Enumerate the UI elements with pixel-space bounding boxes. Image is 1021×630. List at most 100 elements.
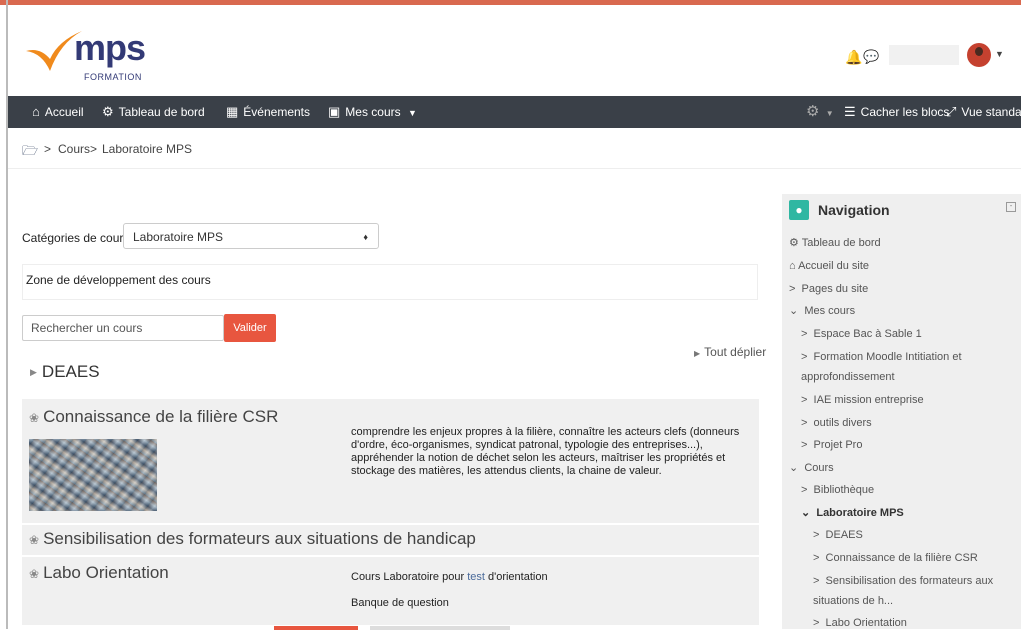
chevron-right-icon: > — [813, 617, 826, 629]
sidebar-item-label: DEAES — [825, 529, 863, 541]
sidebar-item-formation-moodle-cont[interactable]: approfondissement — [801, 370, 895, 384]
sidebar-item-accueil-du-site[interactable]: ⌂ Accueil du site — [789, 259, 869, 273]
nav-mes-cours[interactable]: ▣ Mes cours ▼ — [328, 96, 417, 128]
user-menu-caret-icon[interactable]: ▼ — [995, 49, 1004, 59]
sidebar-item-bibliotheque[interactable]: > Bibliothèque — [801, 483, 874, 497]
breadcrumb-cours[interactable]: Cours — [58, 142, 90, 156]
navigation-block-icon: ● — [789, 200, 809, 220]
expand-all-link[interactable]: ▶ Tout déplier — [694, 345, 766, 359]
vue-standard-label: Vue standard — [961, 105, 1021, 119]
sidebar-item-label: Pages du site — [801, 283, 869, 295]
cacher-blocs-button[interactable]: ☰ Cacher les blocs — [844, 96, 949, 128]
sidebar-item-pages-du-site[interactable]: > Pages du site — [789, 282, 868, 296]
breadcrumb-laboratoire[interactable]: Laboratoire MPS — [102, 142, 192, 156]
course-title-handicap-label: Sensibilisation des formateurs aux situa… — [43, 529, 476, 548]
site-logo[interactable]: mps FORMATION — [24, 25, 164, 95]
chevron-right-icon: > — [789, 283, 802, 295]
main-navbar: ⌂ Accueil ⚙ Tableau de bord ▦ Événements ▣ M… — [8, 96, 1021, 128]
labo-summary-link[interactable]: test — [467, 571, 485, 583]
home-icon: ⌂ — [789, 260, 799, 272]
collapse-blocks-icon: ☰ — [844, 104, 856, 119]
settings-menu[interactable]: ⚙ ▼ — [806, 96, 834, 128]
sidebar-item-label: Formation Moodle Intitiation et — [813, 351, 962, 363]
sidebar-item-label: Tableau de bord — [801, 237, 881, 249]
chevron-right-icon: > — [813, 552, 826, 564]
chevron-right-icon: > — [813, 575, 826, 587]
category-deaes-label: DEAES — [41, 362, 100, 381]
sidebar-item-label: outils divers — [813, 417, 872, 429]
main-content: Catégories de cours: Laboratoire MPS ♦ Z… — [8, 168, 768, 630]
nav-tableau-label: Tableau de bord — [118, 105, 205, 119]
breadcrumb-separator: > — [90, 142, 98, 156]
chevron-down-icon: ⌄ — [801, 507, 817, 519]
chevron-right-icon: > — [801, 351, 814, 363]
nav-evenements[interactable]: ▦ Événements — [226, 96, 310, 128]
messages-chat-icon[interactable]: 💬 — [863, 49, 879, 65]
search-submit-button[interactable]: Valider — [224, 314, 276, 342]
course-title-handicap[interactable]: ❀ Sensibilisation des formateurs aux situ… — [29, 529, 476, 549]
logo-word: mps — [74, 27, 146, 68]
nav-tableau-de-bord[interactable]: ⚙ Tableau de bord — [102, 96, 205, 128]
course-title-labo-label: Labo Orientation — [43, 563, 169, 582]
folder-icon[interactable]: 🗁 — [22, 142, 38, 164]
categories-select[interactable]: Laboratoire MPS ♦ — [123, 223, 379, 249]
labo-summary-text-a: Cours Laboratoire pour — [351, 571, 465, 583]
sidebar-item-sensibilisation-cont[interactable]: situations de h... — [813, 594, 893, 608]
calendar-icon: ▦ — [226, 104, 239, 119]
course-icon: ❀ — [29, 411, 40, 425]
course-title-labo[interactable]: ❀ Labo Orientation — [29, 563, 169, 583]
sidebar-item-label: Laboratoire MPS — [816, 507, 904, 519]
course-box-handicap: ❀ Sensibilisation des formateurs aux situ… — [22, 525, 759, 555]
sidebar-item-label: Labo Orientation — [825, 617, 907, 629]
sidebar-item-sensibilisation[interactable]: > Sensibilisation des formateurs aux — [813, 574, 993, 588]
course-icon: ❀ — [29, 567, 40, 581]
search-course-input[interactable] — [22, 315, 224, 341]
navigation-block-title: Navigation — [818, 202, 890, 218]
collapse-block-icon[interactable]: - — [1006, 202, 1016, 212]
nav-mes-cours-label: Mes cours — [345, 105, 401, 119]
course-box-labo: ❀ Labo Orientation Cours Laboratoire pour… — [22, 557, 759, 625]
chevron-right-icon: > — [813, 529, 826, 541]
home-icon: ⌂ — [32, 104, 40, 119]
vue-standard-button[interactable]: ⤢ Vue standard — [946, 96, 1021, 128]
nav-accueil[interactable]: ⌂ Accueil — [32, 96, 84, 128]
partial-button-grey[interactable] — [370, 626, 510, 630]
categories-select-value: Laboratoire MPS — [133, 230, 224, 244]
chevron-right-icon: > — [801, 439, 814, 451]
sidebar-item-projet-pro[interactable]: > Projet Pro — [801, 438, 862, 452]
sidebar-item-espace-bac[interactable]: > Espace Bac à Sable 1 — [801, 327, 922, 341]
partial-button-orange[interactable] — [274, 626, 358, 630]
chevron-down-icon: ⌄ — [789, 462, 805, 474]
category-deaes[interactable]: ▶ DEAES — [30, 362, 100, 382]
course-title-csr-label: Connaissance de la filière CSR — [43, 407, 279, 426]
chevron-down-icon: ⌄ — [789, 305, 805, 317]
sidebar-item-label: Accueil du site — [798, 260, 870, 272]
sidebar-item-cours[interactable]: ⌄ Cours — [789, 461, 834, 475]
sidebar-item-iae[interactable]: > IAE mission entreprise — [801, 393, 924, 407]
notifications-bell-icon[interactable]: 🔔 — [845, 49, 862, 66]
briefcase-icon: ▣ — [328, 104, 341, 119]
course-title-csr[interactable]: ❀ Connaissance de la filière CSR — [29, 407, 278, 427]
sidebar-item-formation-moodle[interactable]: > Formation Moodle Intitiation et — [801, 350, 962, 364]
user-avatar[interactable] — [967, 43, 991, 67]
compress-icon: ⤢ — [946, 104, 957, 119]
course-summary-labo: Cours Laboratoire pour test d'orientatio… — [351, 571, 751, 584]
sidebar-item-mes-cours[interactable]: ⌄ Mes cours — [789, 304, 855, 318]
dashboard-icon: ⚙ — [102, 104, 114, 119]
sidebar-item-deaes[interactable]: > DEAES — [813, 528, 863, 542]
expand-all-label: Tout déplier — [704, 345, 767, 359]
sidebar-item-laboratoire-mps[interactable]: ⌄ Laboratoire MPS — [801, 506, 904, 520]
sidebar-item-label: Cours — [804, 462, 834, 474]
sidebar-item-labo-orientation[interactable]: > Labo Orientation — [813, 616, 907, 630]
sidebar-item-connaissance-csr[interactable]: > Connaissance de la filière CSR — [813, 551, 978, 565]
course-icon: ❀ — [29, 533, 40, 547]
user-name-box[interactable] — [889, 45, 959, 65]
sidebar-item-label: IAE mission entreprise — [813, 394, 924, 406]
sidebar-item-outils-divers[interactable]: > outils divers — [801, 416, 872, 430]
category-description: Zone de développement des cours — [22, 264, 758, 300]
collapsed-triangle-icon: ▶ — [30, 367, 37, 378]
course-summary-csr: comprendre les enjeux propres à la filiè… — [351, 426, 740, 477]
mes-cours-caret-icon: ▼ — [408, 108, 417, 118]
sidebar-item-tableau-de-bord[interactable]: ⚙ Tableau de bord — [789, 236, 881, 250]
breadcrumb: 🗁 > Cours > Laboratoire MPS — [8, 128, 1021, 169]
